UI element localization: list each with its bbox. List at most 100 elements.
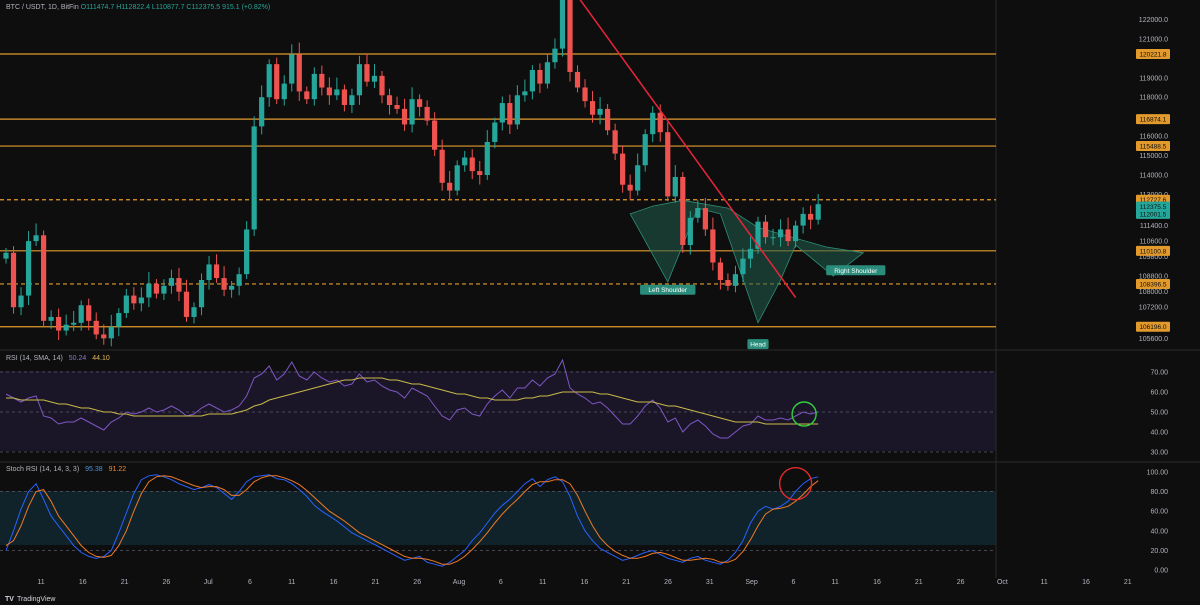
candle-body bbox=[63, 324, 69, 331]
candle-body bbox=[469, 157, 475, 172]
candle-body bbox=[364, 64, 370, 82]
tradingview-logo[interactable]: TV TradingView bbox=[5, 596, 55, 603]
candle-body bbox=[492, 122, 498, 142]
candle-body bbox=[507, 103, 513, 125]
candle-body bbox=[379, 75, 385, 96]
candle-body bbox=[244, 229, 250, 275]
date-tick-label: 16 bbox=[79, 579, 87, 586]
price-tick-label: 105600.0 bbox=[1139, 336, 1168, 343]
date-tick-label: 21 bbox=[1124, 579, 1132, 586]
candle-body bbox=[101, 334, 107, 339]
candle-body bbox=[620, 153, 626, 185]
date-tick-label: 11 bbox=[539, 579, 546, 586]
candle-body bbox=[78, 305, 84, 323]
candle-body bbox=[326, 87, 332, 96]
candle-body bbox=[567, 0, 573, 72]
candle-body bbox=[251, 126, 257, 230]
price-tick-label: 114000.0 bbox=[1139, 173, 1168, 180]
candle-body bbox=[168, 278, 175, 286]
price-tick-label: 107200.0 bbox=[1139, 305, 1168, 312]
candle-body bbox=[386, 95, 393, 105]
candle-body bbox=[747, 248, 754, 259]
rsi-sma-value: 44.10 bbox=[92, 355, 110, 362]
candle-body bbox=[153, 283, 159, 294]
candle-body bbox=[439, 149, 445, 183]
candle-body bbox=[394, 105, 400, 109]
candle-body bbox=[108, 326, 114, 339]
candle-body bbox=[281, 83, 287, 100]
candle-body bbox=[672, 176, 678, 197]
price-tick-label: 111400.0 bbox=[1140, 223, 1168, 230]
candle-body bbox=[304, 91, 310, 100]
stoch-tick-label: 20.00 bbox=[1150, 548, 1168, 555]
rsi-tick-label: 50.00 bbox=[1150, 410, 1168, 417]
candle-body bbox=[334, 89, 340, 96]
candle-body bbox=[785, 229, 791, 242]
price-tick-label: 116000.0 bbox=[1139, 134, 1168, 141]
candle-body bbox=[770, 237, 776, 239]
candle-body bbox=[454, 165, 460, 191]
date-tick-label: 26 bbox=[163, 579, 171, 586]
candle-body bbox=[33, 235, 39, 242]
candle-body bbox=[777, 229, 784, 238]
candle-body bbox=[3, 252, 9, 259]
candle-body bbox=[710, 229, 716, 263]
candle-body bbox=[341, 89, 347, 105]
candle-body bbox=[213, 264, 220, 279]
stoch-tick-label: 60.00 bbox=[1150, 509, 1168, 516]
pattern-label: Left Shoulder bbox=[648, 287, 688, 294]
candle-body bbox=[627, 184, 633, 191]
candle-body bbox=[537, 70, 543, 84]
candle-body bbox=[725, 280, 731, 286]
tv-icon: TV bbox=[5, 596, 14, 603]
candle-body bbox=[612, 130, 618, 154]
stoch-d-value: 91.22 bbox=[108, 466, 127, 473]
rsi-tick-label: 40.00 bbox=[1150, 430, 1168, 437]
price-tick-label: 118000.0 bbox=[1139, 95, 1168, 102]
candle-body bbox=[116, 313, 122, 327]
stoch-tick-label: 100.00 bbox=[1147, 469, 1169, 476]
date-tick-label: 6 bbox=[248, 579, 252, 586]
date-tick-label: 11 bbox=[1041, 579, 1048, 586]
price-tick-label: 122000.0 bbox=[1139, 17, 1168, 24]
level-price-tag-text: 110100.8 bbox=[1140, 248, 1167, 255]
candle-body bbox=[146, 283, 152, 298]
candle-body bbox=[605, 108, 611, 131]
date-tick-label: Sep bbox=[745, 579, 758, 586]
symbol-label: BTC / USDT, 1D, BitFin bbox=[6, 4, 79, 11]
candle-body bbox=[462, 157, 468, 166]
level-price-tag-text: 112001.5 bbox=[1140, 211, 1167, 218]
candle-body bbox=[432, 120, 438, 150]
candle-body bbox=[10, 252, 17, 308]
date-tick-label: 21 bbox=[121, 579, 129, 586]
candle-body bbox=[732, 274, 739, 286]
price-tick-label: 108000.0 bbox=[1139, 289, 1168, 296]
candle-body bbox=[349, 95, 355, 105]
stoch-label: Stoch RSI (14, 14, 3, 3) bbox=[6, 466, 80, 473]
candle-body bbox=[123, 295, 129, 314]
date-tick-label: 16 bbox=[1082, 579, 1090, 586]
stoch-k-value: 95.38 bbox=[85, 466, 103, 473]
candle-body bbox=[296, 54, 302, 92]
price-tick-label: 110600.0 bbox=[1139, 239, 1168, 246]
ohlc-values: O111474.7 H112822.4 L110877.7 C112375.5 … bbox=[80, 4, 271, 11]
pattern-label: Head bbox=[750, 342, 766, 349]
candle-body bbox=[597, 108, 603, 115]
candle-body bbox=[800, 213, 806, 226]
candle-body bbox=[221, 278, 227, 290]
rsi-value: 50.24 bbox=[68, 355, 87, 362]
price-tick-label: 119000.0 bbox=[1139, 75, 1168, 82]
candle-body bbox=[198, 280, 205, 308]
candle-body bbox=[274, 64, 280, 100]
date-tick-label: 11 bbox=[832, 579, 839, 586]
candle-body bbox=[319, 73, 325, 88]
candle-body bbox=[138, 297, 144, 304]
candle-body bbox=[808, 213, 814, 220]
candle-body bbox=[371, 75, 378, 82]
candle-body bbox=[529, 70, 535, 92]
candle-body bbox=[635, 165, 641, 191]
date-tick-label: 26 bbox=[413, 579, 421, 586]
date-tick-label: 26 bbox=[957, 579, 965, 586]
candle-body bbox=[401, 108, 408, 125]
candle-body bbox=[695, 208, 701, 218]
